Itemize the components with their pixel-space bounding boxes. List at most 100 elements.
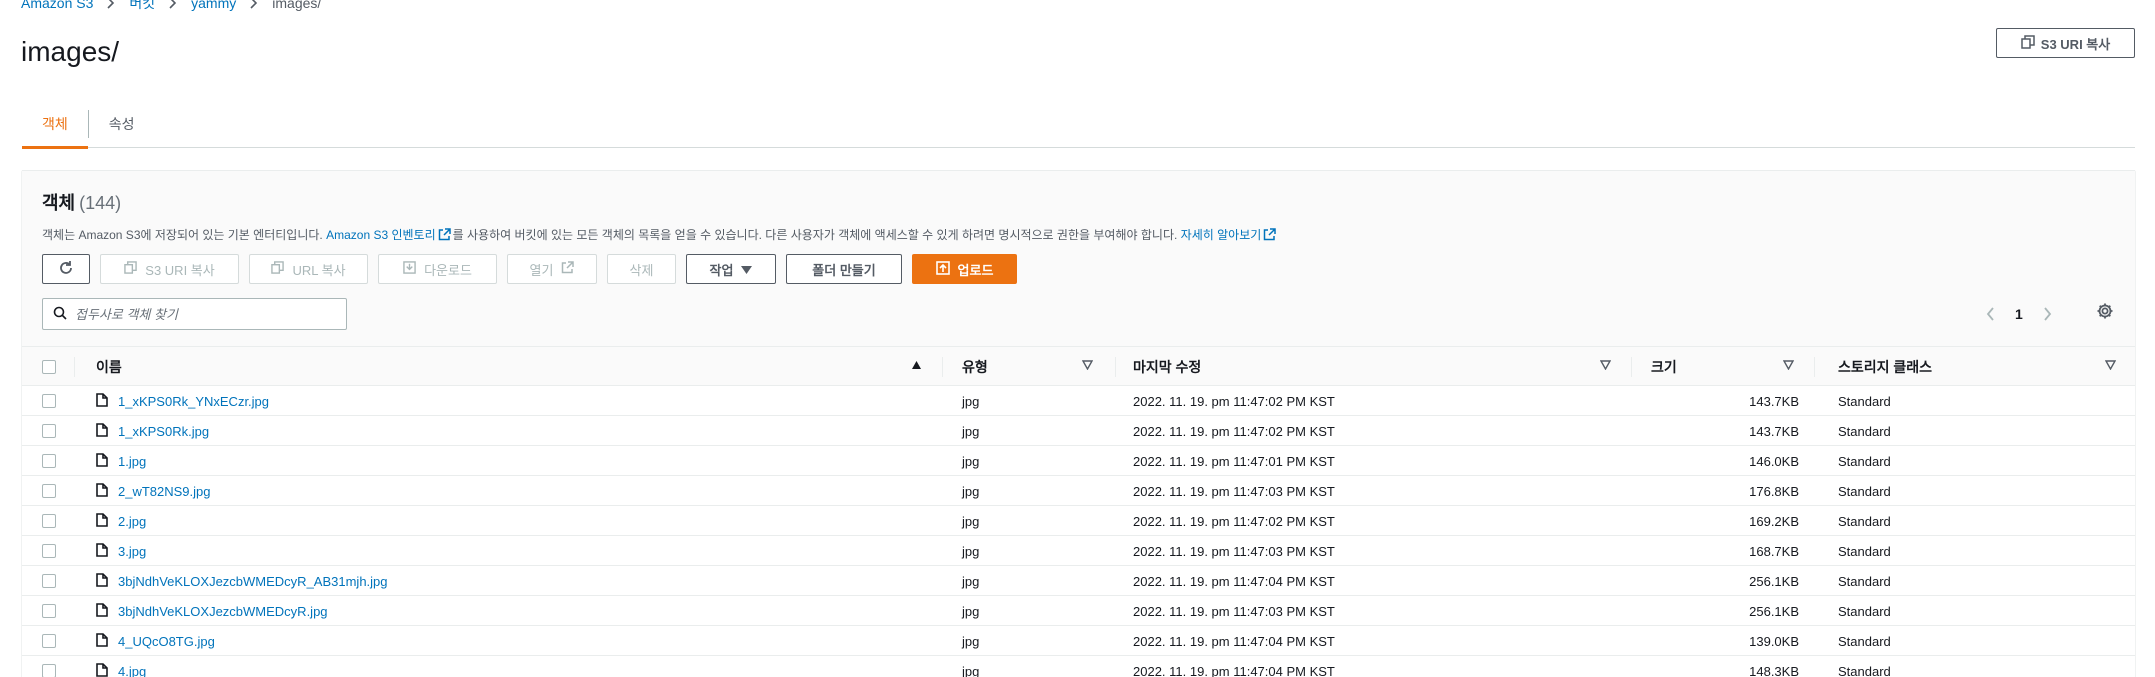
table-row[interactable]: 1_xKPS0Rk_YNxECzr.jpg jpg 2022. 11. 19. …	[22, 386, 2135, 416]
object-name-cell: 4.jpg	[96, 656, 146, 677]
create-folder-button[interactable]: 폴더 만들기	[786, 254, 902, 284]
objects-description: 객체는 Amazon S3에 저장되어 있는 기본 엔터티입니다. Amazon…	[42, 226, 1278, 244]
object-type: jpg	[962, 573, 980, 589]
object-storage-class: Standard	[1838, 513, 1891, 529]
object-name-link[interactable]: 3bjNdhVeKLOXJezcbWMEDcyR_AB31mjh.jpg	[118, 574, 388, 589]
objects-panel: 객체 (144) 객체는 Amazon S3에 저장되어 있는 기본 엔터티입니다…	[22, 170, 2135, 677]
row-checkbox[interactable]	[42, 574, 56, 588]
sort-toggle-icon[interactable]	[1082, 360, 1093, 370]
next-page-icon[interactable]	[2043, 307, 2052, 321]
row-checkbox[interactable]	[42, 604, 56, 618]
row-checkbox[interactable]	[42, 484, 56, 498]
gear-icon[interactable]	[2096, 302, 2114, 320]
table-row[interactable]: 3bjNdhVeKLOXJezcbWMEDcyR.jpg jpg 2022. 1…	[22, 596, 2135, 626]
column-divider	[1631, 357, 1632, 377]
copy-s3-uri-toolbar-label: S3 URI 복사	[145, 262, 215, 278]
table-row[interactable]: 2.jpg jpg 2022. 11. 19. pm 11:47:02 PM K…	[22, 506, 2135, 536]
row-checkbox[interactable]	[42, 514, 56, 528]
download-label: 다운로드	[424, 262, 472, 278]
breadcrumb-buckets[interactable]: 버킷	[129, 0, 155, 13]
row-checkbox[interactable]	[42, 664, 56, 677]
download-button[interactable]: 다운로드	[378, 254, 497, 284]
objects-count: (144)	[79, 193, 122, 213]
external-link-icon	[561, 261, 575, 277]
prev-page-icon[interactable]	[1986, 307, 1995, 321]
row-checkbox[interactable]	[42, 634, 56, 648]
copy-s3-uri-toolbar-button[interactable]: S3 URI 복사	[100, 254, 239, 284]
object-name-link[interactable]: 1_xKPS0Rk_YNxECzr.jpg	[118, 394, 269, 409]
upload-icon	[935, 260, 950, 278]
breadcrumb-amazon-s3[interactable]: Amazon S3	[21, 0, 93, 11]
copy-icon	[124, 261, 138, 277]
refresh-icon	[58, 260, 74, 279]
object-name-link[interactable]: 4.jpg	[118, 664, 146, 677]
object-last-modified: 2022. 11. 19. pm 11:47:02 PM KST	[1133, 513, 1335, 529]
object-storage-class: Standard	[1838, 483, 1891, 499]
table-row[interactable]: 2_wT82NS9.jpg jpg 2022. 11. 19. pm 11:47…	[22, 476, 2135, 506]
file-icon	[96, 572, 108, 590]
column-header-last-modified[interactable]: 마지막 수정	[1133, 347, 1201, 387]
table-row[interactable]: 1_xKPS0Rk.jpg jpg 2022. 11. 19. pm 11:47…	[22, 416, 2135, 446]
download-icon	[403, 261, 416, 277]
table-row[interactable]: 3.jpg jpg 2022. 11. 19. pm 11:47:03 PM K…	[22, 536, 2135, 566]
tab-objects[interactable]: 객체	[22, 100, 88, 149]
object-type: jpg	[962, 393, 980, 409]
learn-more-link[interactable]: 자세히 알아보기	[1181, 228, 1262, 242]
table-row[interactable]: 1.jpg jpg 2022. 11. 19. pm 11:47:01 PM K…	[22, 446, 2135, 476]
object-name-link[interactable]: 2.jpg	[118, 514, 146, 529]
delete-button[interactable]: 삭제	[607, 254, 676, 284]
object-name-link[interactable]: 2_wT82NS9.jpg	[118, 484, 211, 499]
object-name-link[interactable]: 4_UQcO8TG.jpg	[118, 634, 215, 649]
chevron-right-icon	[169, 0, 177, 9]
object-storage-class: Standard	[1838, 393, 1891, 409]
row-checkbox[interactable]	[42, 544, 56, 558]
search-icon	[53, 306, 67, 323]
object-last-modified: 2022. 11. 19. pm 11:47:03 PM KST	[1133, 603, 1335, 619]
tab-list: 객체 속성	[22, 100, 2135, 149]
actions-label: 작업	[709, 262, 734, 278]
objects-toolbar: S3 URI 복사 URL 복사 다운로드 열기 삭제 작업 폴더 만들기 업로…	[42, 254, 1017, 284]
caret-down-icon	[741, 262, 753, 277]
object-name-link[interactable]: 3.jpg	[118, 544, 146, 559]
object-type: jpg	[962, 513, 980, 529]
row-checkbox[interactable]	[42, 424, 56, 438]
file-icon	[96, 662, 108, 677]
column-header-size[interactable]: 크기	[1651, 347, 1677, 387]
column-divider	[1814, 357, 1815, 377]
copy-url-label: URL 복사	[292, 262, 346, 278]
sort-ascending-icon[interactable]	[911, 360, 922, 370]
current-page[interactable]: 1	[2015, 306, 2023, 322]
object-name-link[interactable]: 1_xKPS0Rk.jpg	[118, 424, 209, 439]
row-checkbox[interactable]	[42, 454, 56, 468]
tab-properties[interactable]: 속성	[89, 100, 155, 148]
desc-text-2: 를 사용하여 버킷에 있는 모든 객체의 목록을 얻을 수 있습니다. 다른 사…	[452, 228, 1181, 242]
sort-toggle-icon[interactable]	[2105, 360, 2116, 370]
object-name-cell: 3bjNdhVeKLOXJezcbWMEDcyR.jpg	[96, 596, 328, 626]
refresh-button[interactable]	[42, 254, 90, 284]
search-input[interactable]	[75, 306, 335, 322]
copy-url-button[interactable]: URL 복사	[249, 254, 368, 284]
sort-toggle-icon[interactable]	[1600, 360, 1611, 370]
breadcrumb-bucket-yammy[interactable]: yammy	[191, 0, 236, 11]
table-row[interactable]: 3bjNdhVeKLOXJezcbWMEDcyR_AB31mjh.jpg jpg…	[22, 566, 2135, 596]
open-button[interactable]: 열기	[507, 254, 597, 284]
object-last-modified: 2022. 11. 19. pm 11:47:04 PM KST	[1133, 573, 1335, 589]
inventory-link[interactable]: Amazon S3 인벤토리	[326, 228, 436, 242]
table-row[interactable]: 4_UQcO8TG.jpg jpg 2022. 11. 19. pm 11:47…	[22, 626, 2135, 656]
object-name-link[interactable]: 3bjNdhVeKLOXJezcbWMEDcyR.jpg	[118, 604, 328, 619]
actions-dropdown[interactable]: 작업	[686, 254, 776, 284]
table-row[interactable]: 4.jpg jpg 2022. 11. 19. pm 11:47:04 PM K…	[22, 656, 2135, 677]
row-checkbox[interactable]	[42, 394, 56, 408]
select-all-checkbox[interactable]	[42, 360, 56, 374]
object-storage-class: Standard	[1838, 663, 1891, 677]
object-type: jpg	[962, 483, 980, 499]
column-header-name[interactable]: 이름	[96, 347, 122, 387]
chevron-right-icon	[107, 0, 115, 9]
object-size: 256.1KB	[1749, 573, 1799, 589]
upload-button[interactable]: 업로드	[912, 254, 1017, 284]
object-name-link[interactable]: 1.jpg	[118, 454, 146, 469]
sort-toggle-icon[interactable]	[1783, 360, 1794, 370]
column-header-type[interactable]: 유형	[962, 347, 988, 387]
column-header-storage-class[interactable]: 스토리지 클래스	[1838, 347, 1932, 387]
copy-s3-uri-button[interactable]: S3 URI 복사	[1996, 28, 2135, 58]
